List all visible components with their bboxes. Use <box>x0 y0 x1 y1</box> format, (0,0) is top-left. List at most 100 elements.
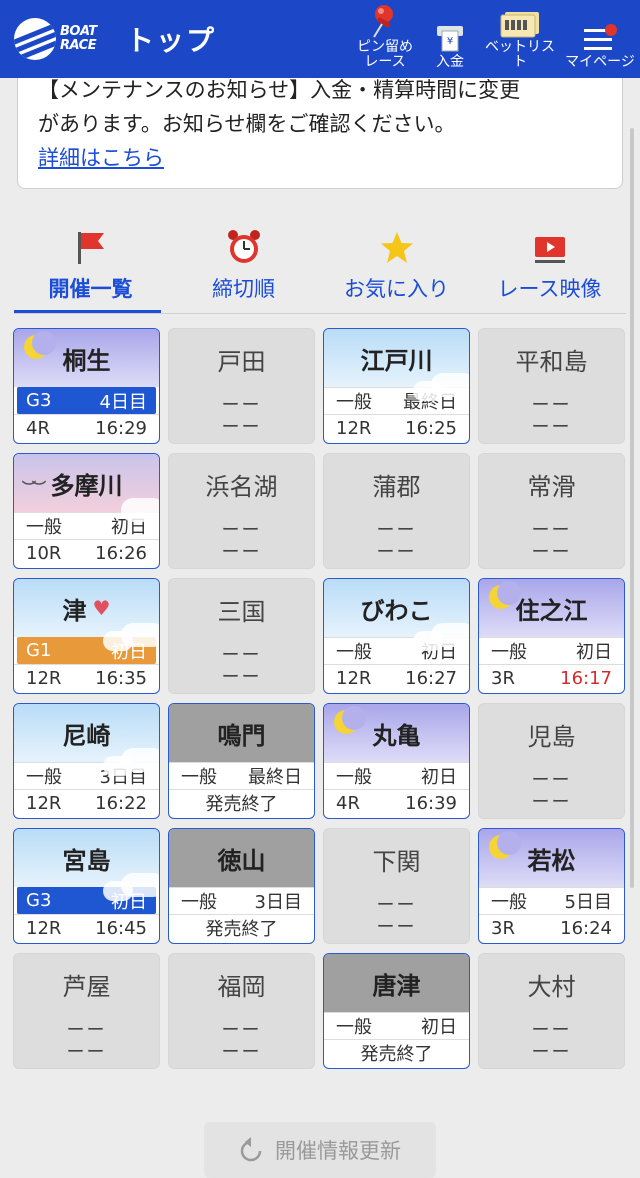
venue-name: 大村 <box>527 972 576 1001</box>
tab-favorites[interactable]: お気に入り <box>320 222 473 314</box>
venue-card[interactable]: 若松 一般 5日目 3R 16:24 <box>478 828 625 944</box>
sales-closed-label: 発売終了 <box>360 1044 433 1065</box>
no-race-placeholder: ーー ーー <box>169 1020 314 1064</box>
tab-race-video-label: レース映像 <box>497 277 602 301</box>
deposit-button[interactable]: ¥ 入金 <box>420 17 480 70</box>
logo-text-race: RACE <box>60 38 97 53</box>
venue-card: 蒲郡 ーー ーー <box>323 453 470 569</box>
venue-name: 浜名湖 <box>205 472 278 501</box>
venue-grid: 桐生 G3 4日目 4R 16:29 戸田 ーー ーー 江戸川 一般 最終日 12R 16:25 平和島ー… <box>13 328 625 1069</box>
venue-deadline-time: 16:24 <box>560 917 612 939</box>
tab-race-video[interactable]: レース映像 <box>473 222 626 314</box>
venue-deadline-time: 16:45 <box>95 917 147 939</box>
refresh-venue-info-button[interactable]: 開催情報更新 <box>204 1122 436 1178</box>
tab-venue-list[interactable]: 開催一覧 <box>14 222 167 314</box>
venue-grade: G3 <box>26 890 52 911</box>
bet-list-icon <box>499 2 541 38</box>
placeholder-line-1: ーー <box>221 1020 262 1041</box>
venue-grade-row: 一般 初日 <box>479 637 624 664</box>
venue-card[interactable]: 鳴門 一般 最終日 発売終了 <box>168 703 315 819</box>
cloud-icon <box>413 631 443 651</box>
venue-deadline-time: 16:22 <box>95 792 147 814</box>
tab-deadline-order[interactable]: 締切順 <box>167 222 320 314</box>
venue-header: 唐津 <box>324 954 469 1012</box>
venue-grade: 一般 <box>491 892 527 913</box>
venue-deadline-time: 16:29 <box>95 417 147 439</box>
venue-status-row: 発売終了 <box>169 789 314 816</box>
venue-grade-row: G3 4日目 <box>17 387 156 414</box>
placeholder-line-2: ーー <box>221 1042 262 1063</box>
venue-card[interactable]: びわこ 一般 初日 12R 16:27 <box>323 578 470 694</box>
notice-line-1: 【メンテナンスのお知らせ】入金・精算時間に変更 <box>38 78 521 102</box>
venue-race-number: 12R <box>26 667 62 689</box>
venue-card[interactable]: 住之江 一般 初日 3R 16:17 <box>478 578 625 694</box>
app-header: BOAT RACE トップ ピン留め レース ¥ 入金 ベットリスト マイページ <box>0 0 640 78</box>
venue-name: 平和島 <box>515 347 588 376</box>
moon-icon <box>489 581 521 609</box>
venue-card: 福岡 ーー ーー <box>168 953 315 1069</box>
venue-name: 唐津 <box>372 971 421 1000</box>
venue-card[interactable]: ︶︶ 多摩川 一般 初日 10R 16:26 <box>13 453 160 569</box>
placeholder-line-2: ーー <box>221 542 262 563</box>
venue-race-number: 4R <box>336 792 360 814</box>
venue-name: びわこ <box>360 596 433 625</box>
placeholder-line-1: ーー <box>376 520 417 541</box>
venue-name: 宮島 <box>62 846 111 875</box>
venue-card[interactable]: 江戸川 一般 最終日 12R 16:25 <box>323 328 470 444</box>
venue-card[interactable]: 丸亀 一般 初日 4R 16:39 <box>323 703 470 819</box>
venue-grade: 一般 <box>336 392 372 413</box>
venue-race-row: 4R 16:29 <box>14 414 159 441</box>
pinned-races-button[interactable]: ピン留め レース <box>350 2 420 70</box>
venue-card: 大村 ーー ーー <box>478 953 625 1069</box>
notice-line-2: があります。お知らせ欄をご確認ください。 <box>38 112 456 136</box>
placeholder-line-1: ーー <box>221 520 262 541</box>
no-race-placeholder: ーー ーー <box>169 520 314 564</box>
venue-race-number: 12R <box>336 417 372 439</box>
pinned-races-label: ピン留め レース <box>357 40 413 70</box>
venue-card[interactable]: 宮島 G3 初日 12R 16:45 <box>13 828 160 944</box>
venue-card[interactable]: 津 ♥ G1 初日 12R 16:35 <box>13 578 160 694</box>
venue-name: 徳山 <box>217 846 266 875</box>
venue-race-row: 12R 16:45 <box>14 914 159 941</box>
maintenance-notice: 【メンテナンスのお知らせ】入金・精算時間に変更 があります。お知らせ欄をご確認く… <box>17 60 623 189</box>
cloud-icon <box>103 756 133 776</box>
venue-card[interactable]: 桐生 G3 4日目 4R 16:29 <box>13 328 160 444</box>
bet-list-button[interactable]: ベットリスト <box>480 2 560 70</box>
alarm-clock-icon <box>226 222 262 266</box>
scrollbar[interactable] <box>630 128 634 888</box>
venue-header: 戸田 <box>169 329 314 387</box>
placeholder-line-1: ーー <box>221 645 262 666</box>
no-race-placeholder: ーー ーー <box>324 895 469 939</box>
venue-card[interactable]: 尼崎 一般 3日目 12R 16:22 <box>13 703 160 819</box>
venue-race-row: 12R 16:35 <box>14 664 159 691</box>
placeholder-line-1: ーー <box>376 895 417 916</box>
star-icon <box>379 222 415 266</box>
venue-card: 戸田 ーー ーー <box>168 328 315 444</box>
venue-header: 徳山 <box>169 829 314 887</box>
venue-grade: 一般 <box>181 767 217 788</box>
placeholder-line-2: ーー <box>221 667 262 688</box>
venue-card[interactable]: 徳山 一般 3日目 発売終了 <box>168 828 315 944</box>
venue-deadline-time: 16:39 <box>405 792 457 814</box>
tab-divider <box>14 313 626 314</box>
venue-card[interactable]: 唐津 一般 初日 発売終了 <box>323 953 470 1069</box>
venue-grade: 一般 <box>26 767 62 788</box>
venue-day: 4日目 <box>99 391 147 413</box>
venue-header: 福岡 <box>169 954 314 1012</box>
venue-header: 三国 <box>169 579 314 637</box>
venue-grade: 一般 <box>336 1017 372 1038</box>
notice-details-link[interactable]: 詳細はこちら <box>38 146 164 170</box>
placeholder-line-2: ーー <box>531 792 572 813</box>
boat-race-logo[interactable]: BOAT RACE <box>14 18 104 60</box>
venue-name: 多摩川 <box>50 471 123 500</box>
venue-header: 常滑 <box>479 454 624 512</box>
venue-name: 鳴門 <box>217 721 266 750</box>
venue-race-row: 10R 16:26 <box>14 539 159 566</box>
venue-deadline-time: 16:26 <box>95 542 147 564</box>
venue-card: 平和島 ーー ーー <box>478 328 625 444</box>
placeholder-line-2: ーー <box>221 417 262 438</box>
placeholder-line-2: ーー <box>531 1042 572 1063</box>
logo-text-boat: BOAT <box>60 24 97 39</box>
placeholder-line-2: ーー <box>376 917 417 938</box>
my-page-button[interactable]: マイページ <box>560 17 640 70</box>
